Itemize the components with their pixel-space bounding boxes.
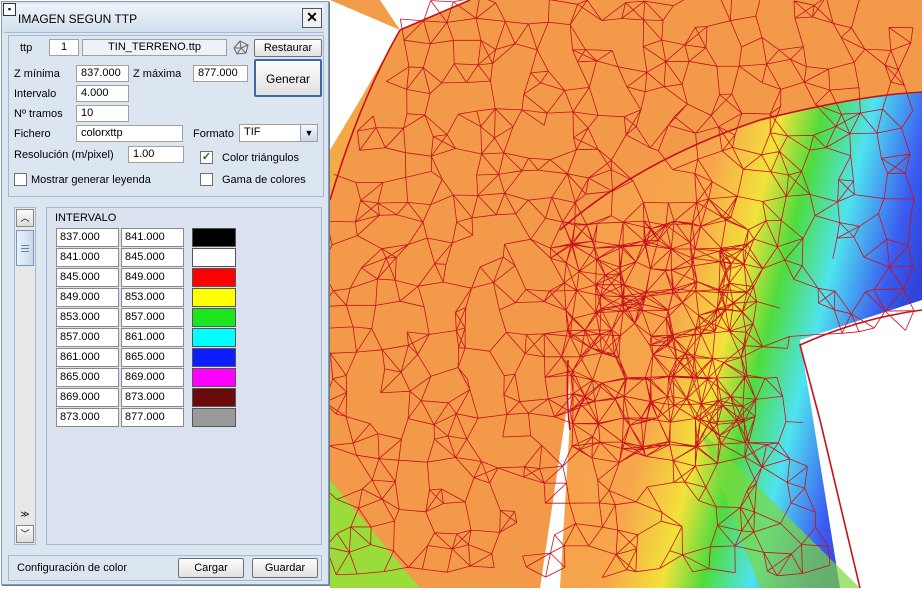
- interval-from-field[interactable]: 845.000: [56, 268, 119, 287]
- file-name-field[interactable]: colorxttp: [76, 125, 183, 142]
- color-swatch[interactable]: [192, 408, 236, 427]
- interval-to-field[interactable]: 877.000: [121, 408, 184, 427]
- color-swatch[interactable]: [192, 308, 236, 327]
- interval-to-field[interactable]: 845.000: [121, 248, 184, 267]
- interval-from-field[interactable]: 849.000: [56, 288, 119, 307]
- interval-from-field[interactable]: 841.000: [56, 248, 119, 267]
- status-text: Configuración de color: [17, 562, 128, 574]
- scroll-up-button[interactable]: ︿: [16, 209, 34, 227]
- show-legend-checkbox[interactable]: [14, 173, 27, 186]
- load-button[interactable]: Cargar: [178, 558, 244, 578]
- color-swatch[interactable]: [192, 288, 236, 307]
- interval-header: INTERVALO: [55, 212, 117, 224]
- resolution-field[interactable]: 1.00: [128, 146, 184, 163]
- ttp-label: ttp: [20, 42, 33, 54]
- terrain-surface: [330, 0, 922, 588]
- resolution-label: Resolución (m/pixel): [14, 149, 114, 161]
- ttp-file-field: TIN_TERRENO.ttp: [82, 39, 227, 56]
- color-image-dialog: ▪ IMAGEN SEGUN TTP ✕ ttp 1 TIN_TERRENO.t…: [1, 1, 329, 585]
- generate-button[interactable]: Generar: [254, 59, 322, 97]
- scroll-fast-down-button[interactable]: ≫: [16, 506, 34, 524]
- color-triangles-checkbox[interactable]: ✓: [200, 151, 213, 164]
- interval-from-field[interactable]: 837.000: [56, 228, 119, 247]
- interval-to-field[interactable]: 869.000: [121, 368, 184, 387]
- footer-bar: Configuración de color Cargar Guardar: [8, 555, 322, 581]
- color-gamut-checkbox[interactable]: [200, 173, 213, 186]
- interval-from-field[interactable]: 869.000: [56, 388, 119, 407]
- file-label: Fichero: [14, 128, 51, 140]
- scroll-thumb[interactable]: [16, 230, 34, 266]
- save-button[interactable]: Guardar: [252, 558, 318, 578]
- parameters-section: ttp 1 TIN_TERRENO.ttp Restaurar Z mínima…: [8, 35, 324, 197]
- zmax-field[interactable]: 877.000: [193, 65, 248, 82]
- vertical-scrollbar[interactable]: ︿ ≫ ﹀: [14, 207, 36, 545]
- tramos-field[interactable]: 10: [76, 105, 129, 122]
- chevron-down-icon[interactable]: ▼: [300, 125, 317, 141]
- color-triangles-label: Color triángulos: [222, 152, 300, 164]
- title-bar[interactable]: ▪ IMAGEN SEGUN TTP ✕: [3, 3, 324, 33]
- interval-field[interactable]: 4.000: [76, 85, 129, 102]
- color-swatch[interactable]: [192, 388, 236, 407]
- color-swatch[interactable]: [192, 228, 236, 247]
- color-swatch[interactable]: [192, 368, 236, 387]
- restore-button[interactable]: Restaurar: [254, 39, 322, 57]
- interval-from-field[interactable]: 865.000: [56, 368, 119, 387]
- interval-to-field[interactable]: 841.000: [121, 228, 184, 247]
- interval-label: Intervalo: [14, 88, 57, 100]
- interval-from-field[interactable]: 861.000: [56, 348, 119, 367]
- ttp-number-field[interactable]: 1: [49, 39, 79, 56]
- color-gamut-label: Gama de colores: [222, 174, 306, 186]
- interval-to-field[interactable]: 857.000: [121, 308, 184, 327]
- tramos-label: Nº tramos: [14, 108, 63, 120]
- tin-mesh-icon[interactable]: [232, 39, 250, 56]
- format-value: TIF: [244, 126, 261, 138]
- interval-to-field[interactable]: 861.000: [121, 328, 184, 347]
- interval-to-field[interactable]: 849.000: [121, 268, 184, 287]
- interval-table: INTERVALO 837.000 841.000 841.000 845.000 84…: [46, 207, 322, 545]
- interval-from-field[interactable]: 873.000: [56, 408, 119, 427]
- color-swatch[interactable]: [192, 328, 236, 347]
- color-swatch[interactable]: [192, 268, 236, 287]
- show-legend-label: Mostrar generar leyenda: [31, 174, 151, 186]
- color-swatch[interactable]: [192, 248, 236, 267]
- interval-from-field[interactable]: 857.000: [56, 328, 119, 347]
- interval-from-field[interactable]: 853.000: [56, 308, 119, 327]
- dialog-title: IMAGEN SEGUN TTP: [18, 12, 138, 26]
- format-label: Formato: [193, 128, 234, 140]
- zmin-field[interactable]: 837.000: [76, 65, 129, 82]
- interval-to-field[interactable]: 853.000: [121, 288, 184, 307]
- zmax-label: Z máxima: [133, 68, 182, 80]
- interval-to-field[interactable]: 873.000: [121, 388, 184, 407]
- format-select[interactable]: TIF ▼: [239, 124, 318, 142]
- pin-icon[interactable]: ▪: [3, 3, 16, 16]
- zmin-label: Z mínima: [14, 68, 60, 80]
- scroll-down-button[interactable]: ﹀: [16, 525, 34, 543]
- interval-to-field[interactable]: 865.000: [121, 348, 184, 367]
- close-button[interactable]: ✕: [302, 8, 322, 28]
- color-swatch[interactable]: [192, 348, 236, 367]
